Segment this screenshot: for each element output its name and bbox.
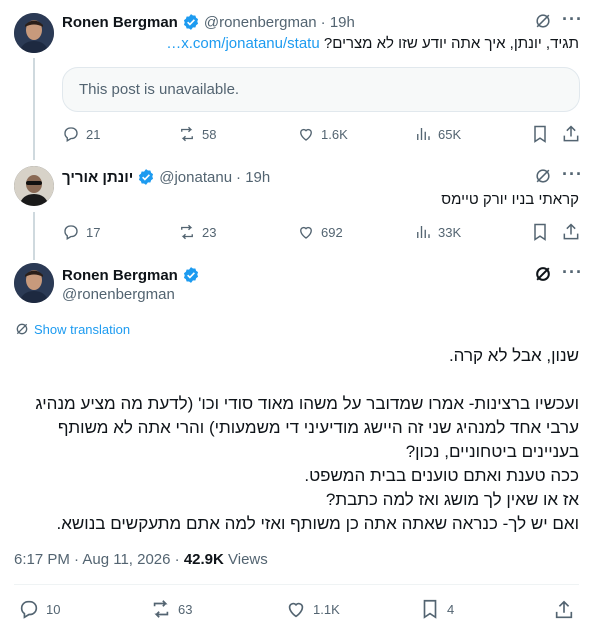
avatar-image <box>14 166 54 206</box>
bookmark-button[interactable]: 4 <box>419 599 454 619</box>
share-button[interactable] <box>561 222 581 247</box>
verified-badge-icon <box>183 267 198 283</box>
author-name[interactable]: יונתן אוריך <box>62 169 133 186</box>
grok-icon[interactable] <box>533 264 553 289</box>
quoted-post-unavailable: This post is unavailable. <box>62 67 580 112</box>
heart-icon <box>300 128 312 141</box>
post-text-body: תגיד, יונתן, איך אתה יודע שזו לא מצרים? <box>323 35 579 52</box>
grok-icon[interactable] <box>533 166 553 191</box>
views-count: 65K <box>438 126 462 142</box>
author-name[interactable]: Ronen Bergman <box>62 267 178 284</box>
repost-button[interactable]: 58 <box>178 124 216 144</box>
post-time[interactable]: · 19h <box>321 14 355 31</box>
views-count: 33K <box>438 224 462 240</box>
post-text: קראתי בניו יורק טיימס <box>441 191 579 208</box>
like-count: 1.6K <box>321 126 348 142</box>
bookmark-button[interactable] <box>530 124 550 149</box>
divider <box>14 584 579 585</box>
repost-icon <box>181 126 193 142</box>
views-label: Views <box>223 551 268 568</box>
share-icon <box>555 600 573 619</box>
avatar-jonatan[interactable] <box>14 166 54 206</box>
reply-count: 17 <box>86 224 101 240</box>
post-paragraph: שנון, אבל לא קרה. <box>448 346 579 365</box>
author-name[interactable]: Ronen Bergman <box>62 14 178 31</box>
share-icon <box>563 125 579 142</box>
post-metadata: 6:17 PM · Aug 11, 2026 · 42.9K Views <box>14 551 268 568</box>
views-button[interactable]: 33K <box>414 222 461 242</box>
more-options-icon[interactable]: ··· <box>562 164 583 185</box>
post-text: שנון, אבל לא קרה. ועכשיו ברצינות- אמרו ש… <box>14 344 579 536</box>
reply-count: 21 <box>86 126 101 142</box>
repost-icon <box>181 224 193 240</box>
post-paragraph: ככה טענת ואתם טוענים בבית המשפט. <box>304 466 579 485</box>
post-timestamp[interactable]: 6:17 PM · Aug 11, 2026 · <box>14 551 184 568</box>
repost-count: 23 <box>202 224 217 240</box>
like-button[interactable]: 692 <box>297 222 343 242</box>
show-translation-label: Show translation <box>34 321 131 337</box>
reply-button[interactable]: 17 <box>62 222 100 242</box>
show-translation-button[interactable]: Show translation <box>14 321 130 337</box>
translate-icon <box>16 323 28 335</box>
share-button[interactable] <box>561 124 581 149</box>
thread-line <box>33 58 35 160</box>
like-count: 1.1K <box>313 601 340 617</box>
post-paragraph: ועכשיו ברצינות- אמרו שמדובר על משהו מאוד… <box>30 394 579 461</box>
like-count: 692 <box>321 224 343 240</box>
repost-button[interactable]: 23 <box>178 222 216 242</box>
heart-icon <box>288 602 304 618</box>
reply-icon <box>64 225 78 240</box>
repost-count: 63 <box>178 601 193 617</box>
views-total: 42.9K <box>183 551 224 568</box>
author-handle[interactable]: @ronenbergman <box>204 14 317 31</box>
like-button[interactable]: 1.1K <box>285 599 340 619</box>
post-time[interactable]: · 19h <box>236 169 270 186</box>
post-paragraph: אז או שאין לך מושג ואז למה כתבת? <box>325 490 579 509</box>
bookmark-icon <box>534 223 546 241</box>
more-options-icon[interactable]: ··· <box>562 262 583 283</box>
repost-icon <box>153 600 169 618</box>
thread-line <box>33 212 35 260</box>
reply-icon <box>20 600 38 619</box>
share-icon <box>563 223 579 240</box>
avatar-image <box>14 13 54 53</box>
views-icon <box>417 128 430 140</box>
share-button[interactable] <box>553 599 575 624</box>
avatar-image <box>14 263 54 303</box>
post-paragraph <box>14 368 579 392</box>
bookmark-icon <box>534 125 546 143</box>
heart-icon <box>300 226 312 239</box>
views-icon <box>417 226 430 238</box>
post-link[interactable]: x.com/jonatanu/statu… <box>166 35 319 52</box>
verified-badge-icon <box>183 14 198 30</box>
author-handle[interactable]: @ronenbergman <box>62 286 175 306</box>
bookmark-icon <box>423 599 437 619</box>
grok-icon[interactable] <box>533 11 553 36</box>
more-options-icon[interactable]: ··· <box>562 9 583 30</box>
bookmark-count: 4 <box>447 601 455 617</box>
reply-count: 10 <box>46 601 61 617</box>
like-button[interactable]: 1.6K <box>297 124 348 144</box>
bookmark-button[interactable] <box>530 222 550 247</box>
post-paragraph: ואם יש לך- כנראה שאתה אתה כן משותף ואזי … <box>56 514 579 533</box>
repost-count: 58 <box>202 126 217 142</box>
author-handle[interactable]: @jonatanu <box>159 169 232 186</box>
avatar-ronen-bergman[interactable] <box>14 13 54 53</box>
post-text: תגיד, יונתן, איך אתה יודע שזו לא מצרים? … <box>79 34 579 54</box>
views-button[interactable]: 65K <box>414 124 461 144</box>
verified-badge-icon <box>139 169 154 185</box>
reply-button[interactable]: 10 <box>18 599 60 619</box>
repost-button[interactable]: 63 <box>150 599 192 619</box>
unavailable-text: This post is unavailable. <box>79 81 240 98</box>
reply-icon <box>64 127 78 142</box>
avatar-ronen-bergman[interactable] <box>14 263 54 303</box>
reply-button[interactable]: 21 <box>62 124 100 144</box>
